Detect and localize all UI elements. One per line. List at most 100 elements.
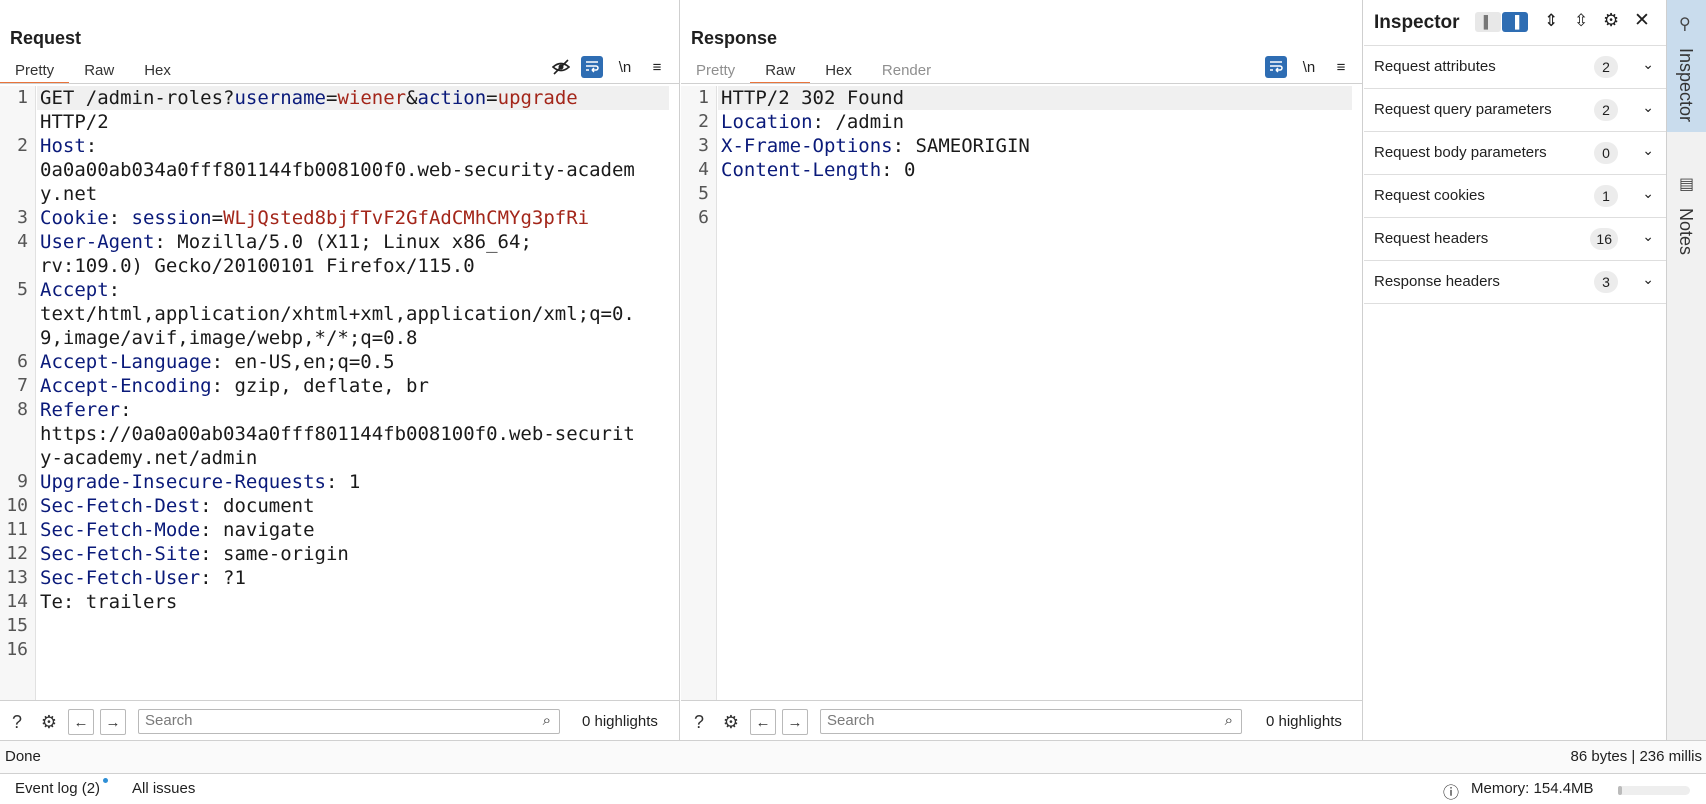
inspector-section[interactable]: Request query parameters 2 ⌄ bbox=[1364, 89, 1666, 132]
code-text: : 1 bbox=[325, 471, 361, 493]
header-name: Upgrade-Insecure-Requests bbox=[40, 471, 326, 493]
panel-left-icon[interactable]: ▌ bbox=[1475, 12, 1501, 32]
code-line: Upgrade-Insecure-Requests: 1 bbox=[40, 470, 669, 494]
code-text: : en-US,en;q=0.5 bbox=[211, 351, 395, 373]
line-number: 14 bbox=[6, 591, 28, 612]
code-text: : bbox=[85, 135, 98, 157]
response-stats: 86 bytes | 236 millis bbox=[1570, 748, 1702, 765]
status-bar: Done 86 bytes | 236 millis bbox=[0, 740, 1706, 773]
line-number: 8 bbox=[17, 399, 28, 420]
all-issues-link[interactable]: All issues bbox=[132, 780, 195, 797]
tab-raw[interactable]: Raw bbox=[69, 58, 129, 84]
event-log-link[interactable]: Event log (2) bbox=[15, 778, 109, 797]
inspector-section[interactable]: Request body parameters 0 ⌄ bbox=[1364, 132, 1666, 175]
rail-tab-notes[interactable]: ▤ Notes bbox=[1667, 160, 1706, 270]
section-count: 3 bbox=[1594, 271, 1618, 293]
help-icon[interactable]: ? bbox=[686, 709, 712, 735]
code-text: HTTP/2 302 Found bbox=[721, 87, 905, 109]
inspector-icon: ⚲ bbox=[1679, 16, 1691, 33]
code-line: Te: trailers bbox=[40, 590, 669, 614]
code-text: = bbox=[211, 207, 224, 229]
code-text: : Mozilla/5.0 (X11; Linux x86_64; bbox=[154, 231, 532, 253]
menu-icon[interactable]: ≡ bbox=[646, 56, 668, 78]
chevron-down-icon[interactable]: ⌄ bbox=[1642, 228, 1654, 245]
newline-icon[interactable]: \n bbox=[614, 56, 636, 78]
wrap-icon[interactable] bbox=[1265, 56, 1287, 78]
code-text: GET /admin-roles? bbox=[40, 87, 235, 109]
tab-hex[interactable]: Hex bbox=[129, 58, 186, 84]
tab-pretty[interactable]: Pretty bbox=[681, 58, 750, 84]
code-line: GET /admin-roles?username=wiener&action=… bbox=[40, 86, 669, 110]
close-icon[interactable]: ✕ bbox=[1634, 9, 1650, 32]
tab-pretty[interactable]: Pretty bbox=[0, 58, 70, 84]
code-text: y-academy.net/admin bbox=[40, 447, 258, 469]
search-placeholder: Search bbox=[145, 712, 193, 729]
inspector-section[interactable]: Request attributes 2 ⌄ bbox=[1364, 46, 1666, 89]
line-number: 9 bbox=[17, 471, 28, 492]
chevron-down-icon[interactable]: ⌄ bbox=[1642, 185, 1654, 202]
search-placeholder: Search bbox=[827, 712, 875, 729]
panel-right-icon[interactable]: ▐ bbox=[1502, 12, 1528, 32]
code-text: : SAMEORIGIN bbox=[892, 135, 1030, 157]
header-name: Referer bbox=[40, 399, 121, 421]
inspector-section[interactable]: Request headers 16 ⌄ bbox=[1364, 218, 1666, 261]
line-number: 2 bbox=[17, 135, 28, 156]
response-search-bar: ? ⚙ ← → Search ⌕ 0 highlights bbox=[681, 700, 1362, 740]
settings-icon[interactable]: ⚙ bbox=[36, 709, 62, 735]
line-number: 6 bbox=[17, 351, 28, 372]
settings-icon[interactable]: ⚙ bbox=[1603, 10, 1619, 31]
tab-render[interactable]: Render bbox=[867, 58, 946, 84]
code-line: Sec-Fetch-User: ?1 bbox=[40, 566, 669, 590]
wrap-icon[interactable] bbox=[581, 56, 603, 78]
request-title: Request bbox=[10, 28, 82, 48]
code-text: : bbox=[108, 207, 132, 229]
code-line: Content-Length: 0 bbox=[721, 158, 1352, 182]
help-icon[interactable]: ? bbox=[4, 709, 30, 735]
highlights-count: 0 highlights bbox=[582, 713, 658, 730]
forward-arrow-icon[interactable]: → bbox=[782, 709, 808, 735]
chevron-down-icon[interactable]: ⌄ bbox=[1642, 271, 1654, 288]
back-arrow-icon[interactable]: ← bbox=[68, 709, 94, 735]
search-icon: ⌕ bbox=[1224, 712, 1233, 729]
tab-hex[interactable]: Hex bbox=[810, 58, 867, 84]
code-line: y-academy.net/admin bbox=[40, 446, 669, 470]
chevron-down-icon[interactable]: ⌄ bbox=[1642, 56, 1654, 73]
code-line: HTTP/2 bbox=[40, 110, 669, 134]
info-icon[interactable]: ⓘ bbox=[1443, 779, 1459, 803]
response-editor[interactable]: 1 2 3 4 5 6 HTTP/2 302 Found Location: /admin X… bbox=[681, 86, 1362, 700]
section-label: Request attributes bbox=[1374, 58, 1496, 75]
collapse-all-icon[interactable]: ⇳ bbox=[1574, 11, 1588, 31]
code-text: & bbox=[406, 87, 418, 109]
chevron-down-icon[interactable]: ⌄ bbox=[1642, 99, 1654, 116]
header-name: action bbox=[417, 87, 487, 109]
expand-all-icon[interactable]: ⇕ bbox=[1544, 11, 1558, 31]
inspector-layout-toggle: ▌ ▐ bbox=[1475, 12, 1528, 32]
code-line: Accept-Encoding: gzip, deflate, br bbox=[40, 374, 669, 398]
inspector-section[interactable]: Request cookies 1 ⌄ bbox=[1364, 175, 1666, 218]
section-label: Request headers bbox=[1374, 230, 1489, 247]
code-text: 9,image/avif,image/webp,*/*;q=0.8 bbox=[40, 327, 418, 349]
code-text: : ?1 bbox=[200, 567, 246, 589]
search-input[interactable]: Search ⌕ bbox=[820, 709, 1242, 734]
settings-icon[interactable]: ⚙ bbox=[718, 709, 744, 735]
memory-label: Memory: 154.4MB bbox=[1471, 780, 1594, 797]
header-name: Accept-Language bbox=[40, 351, 212, 373]
search-input[interactable]: Search ⌕ bbox=[138, 709, 560, 734]
rail-tab-inspector[interactable]: ⚲ Inspector bbox=[1667, 0, 1706, 132]
code-text: : /admin bbox=[812, 111, 905, 133]
inspector-section[interactable]: Response headers 3 ⌄ bbox=[1364, 261, 1666, 304]
line-number: 11 bbox=[6, 519, 28, 540]
chevron-down-icon[interactable]: ⌄ bbox=[1642, 142, 1654, 159]
inspector-title: Inspector bbox=[1374, 12, 1460, 33]
newline-icon[interactable]: \n bbox=[1298, 56, 1320, 78]
back-arrow-icon[interactable]: ← bbox=[750, 709, 776, 735]
tab-raw[interactable]: Raw bbox=[750, 58, 811, 84]
code-line: User-Agent: Mozilla/5.0 (X11; Linux x86_… bbox=[40, 230, 669, 254]
line-number: 13 bbox=[6, 567, 28, 588]
hide-icon[interactable] bbox=[550, 56, 572, 78]
forward-arrow-icon[interactable]: → bbox=[100, 709, 126, 735]
menu-icon[interactable]: ≡ bbox=[1330, 56, 1352, 78]
request-editor[interactable]: 1 2 3 4 5 6 7 8 9 10 11 12 13 14 15 16 GET /admin-roles… bbox=[0, 86, 679, 700]
code-line: X-Frame-Options: SAMEORIGIN bbox=[721, 134, 1352, 158]
code-line: Referer: bbox=[40, 398, 669, 422]
